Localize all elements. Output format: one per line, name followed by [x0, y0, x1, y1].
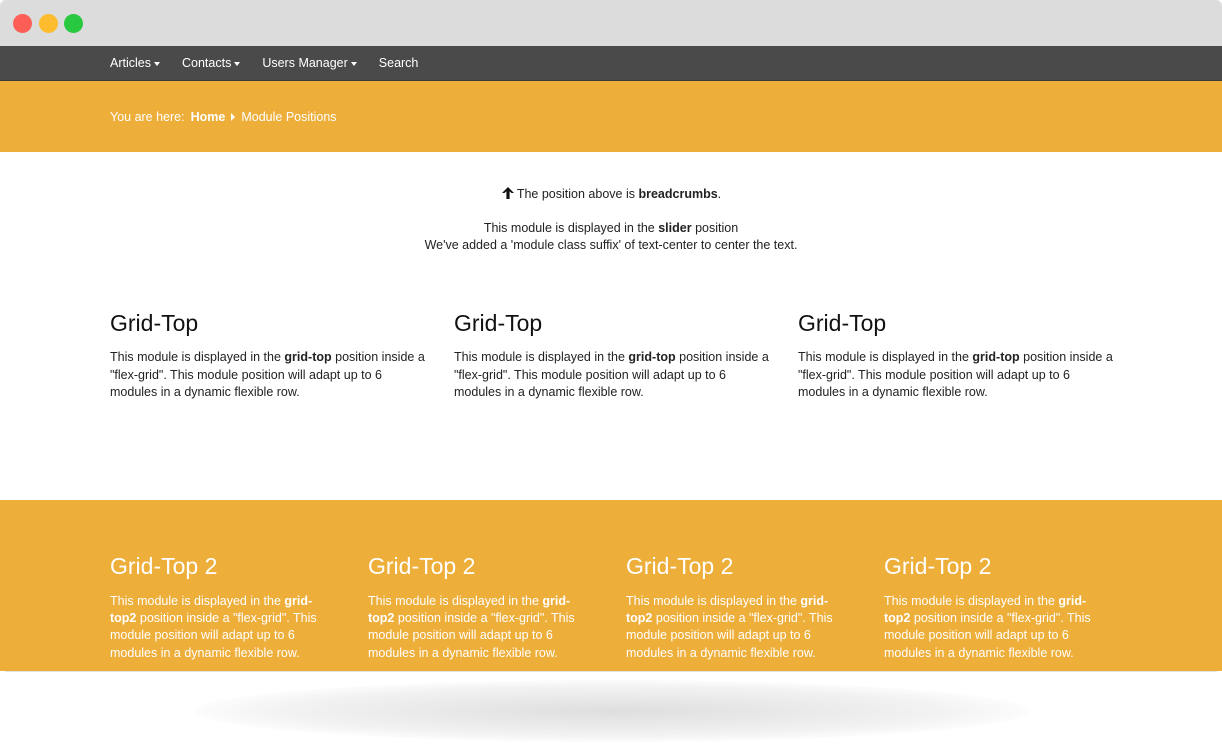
grid-top-module: Grid-Top This module is displayed in the… — [110, 312, 454, 402]
module-title: Grid-Top — [798, 310, 887, 336]
grid-top2-module: Grid-Top 2 This module is displayed in t… — [368, 555, 626, 662]
nav-item-label: Contacts — [181, 56, 232, 70]
grid-top2-row: Grid-Top 2 This module is displayed in t… — [110, 555, 1142, 662]
module-title: Grid-Top 2 — [110, 553, 218, 579]
breadcrumbs-position-notice: The position above is breadcrumbs. — [0, 187, 1222, 201]
nav-item-contacts[interactable]: Contacts — [181, 56, 241, 70]
arrow-up-icon — [501, 187, 514, 199]
window-drop-shadow — [195, 680, 1030, 742]
notice-period: . — [717, 187, 722, 201]
breadcrumb: You are here: Home Module Positions — [0, 81, 1222, 152]
module-body: This module is displayed in the grid-top… — [110, 594, 317, 660]
slider-module-line1: This module is displayed in the slider p… — [0, 221, 1222, 235]
caret-right-icon — [231, 112, 236, 121]
slider-text: This module is displayed in the — [483, 221, 655, 235]
zoom-dot-icon[interactable] — [64, 14, 83, 33]
module-body: This module is displayed in the grid-top… — [110, 350, 425, 399]
module-body: This module is displayed in the grid-top… — [884, 594, 1091, 660]
nav-item-label: Articles — [110, 56, 151, 70]
window-titlebar — [0, 0, 1222, 46]
module-title: Grid-Top — [454, 310, 543, 336]
module-body: This module is displayed in the grid-top… — [368, 594, 575, 660]
nav-item-label: Users Manager — [262, 56, 348, 70]
module-title: Grid-Top — [110, 310, 199, 336]
minimize-dot-icon[interactable] — [39, 14, 58, 33]
grid-top-module: Grid-Top This module is displayed in the… — [798, 312, 1142, 402]
main-navbar: Articles Contacts Users Manager Search — [0, 46, 1222, 81]
module-body: This module is displayed in the grid-top… — [626, 594, 833, 660]
slider-bold: slider — [658, 221, 692, 235]
nav-item-users-manager[interactable]: Users Manager — [262, 56, 357, 70]
close-dot-icon[interactable] — [13, 14, 32, 33]
breadcrumb-current: Module Positions — [241, 109, 337, 124]
caret-down-icon — [234, 61, 241, 66]
module-title: Grid-Top 2 — [884, 553, 992, 579]
caret-down-icon — [153, 61, 160, 66]
slider-text-after: position — [695, 221, 739, 235]
grid-top2-module: Grid-Top 2 This module is displayed in t… — [626, 555, 884, 662]
breadcrumb-prefix: You are here: — [110, 109, 185, 124]
nav-item-search[interactable]: Search — [379, 56, 419, 70]
grid-top-row: Grid-Top This module is displayed in the… — [110, 312, 1142, 402]
slider-module-line2: We've added a 'module class suffix' of t… — [424, 238, 798, 252]
module-body: This module is displayed in the grid-top… — [454, 350, 769, 399]
nav-item-label: Search — [378, 56, 419, 70]
nav-item-articles[interactable]: Articles — [110, 56, 160, 70]
grid-top-module: Grid-Top This module is displayed in the… — [454, 312, 798, 402]
module-body: This module is displayed in the grid-top… — [798, 350, 1113, 399]
caret-down-icon — [350, 61, 357, 66]
notice-text: The position above is — [516, 187, 635, 201]
breadcrumb-home-link[interactable]: Home — [191, 110, 226, 124]
notice-bold: breadcrumbs — [638, 187, 718, 201]
module-title: Grid-Top 2 — [626, 553, 734, 579]
grid-top2-module: Grid-Top 2 This module is displayed in t… — [884, 555, 1142, 662]
grid-top2-module: Grid-Top 2 This module is displayed in t… — [110, 555, 368, 662]
module-title: Grid-Top 2 — [368, 553, 476, 579]
